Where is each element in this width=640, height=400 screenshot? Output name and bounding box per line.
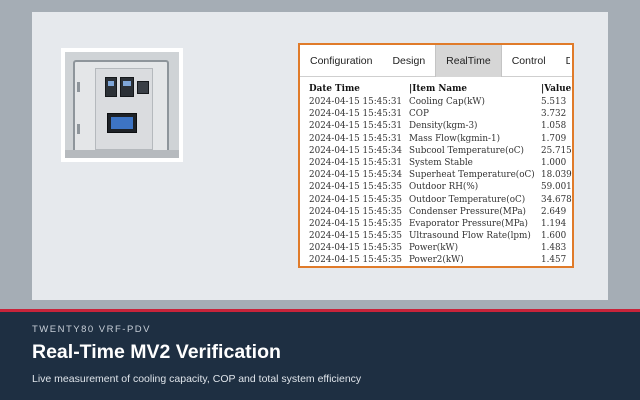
cell-value: 1.058	[541, 121, 567, 132]
cell-value: 59.001	[541, 182, 572, 193]
cabinet-photo-card	[61, 48, 183, 162]
cabinet-panel	[95, 68, 153, 150]
cell-date-time: 2024-04-15 15:45:35	[309, 182, 403, 193]
slide-stage: ConfigurationDesignRealTimeControlD Date…	[32, 12, 608, 300]
cell-date-time: 2024-04-15 15:45:35	[309, 194, 403, 205]
cell-date-time: 2024-04-15 15:45:31	[309, 121, 403, 132]
cell-date-time: 2024-04-15 15:45:31	[309, 109, 403, 120]
cell-value: 18.039	[541, 170, 572, 181]
cell-item-name: Superheat Temperature(oC)	[409, 170, 535, 181]
cell-date-time: 2024-04-15 15:45:35	[309, 231, 403, 242]
column-header-value[interactable]: |Value	[541, 83, 572, 96]
tab-d[interactable]: D	[556, 45, 570, 77]
hinge-icon	[77, 124, 80, 134]
floor	[65, 150, 179, 158]
tab-configuration[interactable]: Configuration	[300, 45, 382, 77]
cell-item-name: Evaporator Pressure(MPa)	[409, 218, 528, 229]
cell-value: 2.649	[541, 206, 567, 217]
banner-eyebrow: TWENTY80 VRF-PDV	[32, 324, 152, 335]
cell-item-name: System Stable	[409, 157, 473, 168]
banner-subtitle: Live measurement of cooling capacity, CO…	[32, 373, 362, 385]
cell-value: 5.513	[541, 97, 567, 107]
cell-value: 1.457	[541, 255, 567, 266]
cell-item-name: COP	[409, 109, 429, 120]
cell-value: 1.483	[541, 243, 567, 254]
cell-date-time: 2024-04-15 15:45:35	[309, 243, 403, 254]
cell-value: 3.732	[541, 109, 567, 120]
banner-title: Real-Time MV2 Verification	[32, 341, 281, 363]
cabinet-enclosure	[73, 60, 169, 154]
cell-value: 25.715	[541, 145, 572, 156]
control-cabinet-photo	[65, 52, 179, 158]
cell-item-name: Power(kW)	[409, 243, 459, 254]
cell-value: 1.600	[541, 231, 567, 242]
tab-bar: ConfigurationDesignRealTimeControlD	[300, 45, 572, 77]
cell-value: 1.194	[541, 218, 567, 229]
cell-value: 34.678	[541, 194, 572, 205]
column-header-date-time[interactable]: Date Time	[309, 83, 407, 96]
cell-date-time: 2024-04-15 15:45:31	[309, 133, 403, 144]
cell-item-name: Outdoor Temperature(oC)	[409, 194, 526, 205]
tab-design[interactable]: Design	[382, 45, 435, 77]
cell-item-name: Power2(kW)	[409, 255, 464, 266]
cell-item-name: Density(kgm-3)	[409, 121, 478, 132]
realtime-app-window: ConfigurationDesignRealTimeControlD Date…	[298, 43, 574, 268]
cell-date-time: 2024-04-15 15:45:31	[309, 157, 403, 168]
cell-item-name: Condenser Pressure(MPa)	[409, 206, 526, 217]
tab-realtime[interactable]: RealTime	[435, 45, 502, 77]
column-header-item-name[interactable]: |Item Name	[409, 83, 539, 96]
cell-date-time: 2024-04-15 15:45:35	[309, 206, 403, 217]
cell-value: 1.709	[541, 133, 567, 144]
cell-item-name: Outdoor RH(%)	[409, 182, 479, 193]
meter-icon	[120, 77, 134, 97]
cell-date-time: 2024-04-15 15:45:35	[309, 255, 403, 266]
cell-item-name: Cooling Cap(kW)	[409, 97, 485, 107]
cell-date-time: 2024-04-15 15:45:35	[309, 218, 403, 229]
cell-item-name: Subcool Temperature(oC)	[409, 145, 524, 156]
cell-date-time: 2024-04-15 15:45:34	[309, 145, 403, 156]
cell-date-time: 2024-04-15 15:45:34	[309, 170, 403, 181]
meter-icon	[105, 77, 117, 97]
hinge-icon	[77, 82, 80, 92]
cell-item-name: Mass Flow(kgmin-1)	[409, 133, 501, 144]
cell-value: 1.000	[541, 157, 567, 168]
cell-item-name: Ultrasound Flow Rate(lpm)	[409, 231, 531, 242]
cell-date-time: 2024-04-15 15:45:31	[309, 97, 403, 107]
tab-control[interactable]: Control	[502, 45, 556, 77]
meter-icon	[137, 81, 149, 94]
hmi-screen-icon	[107, 113, 137, 133]
